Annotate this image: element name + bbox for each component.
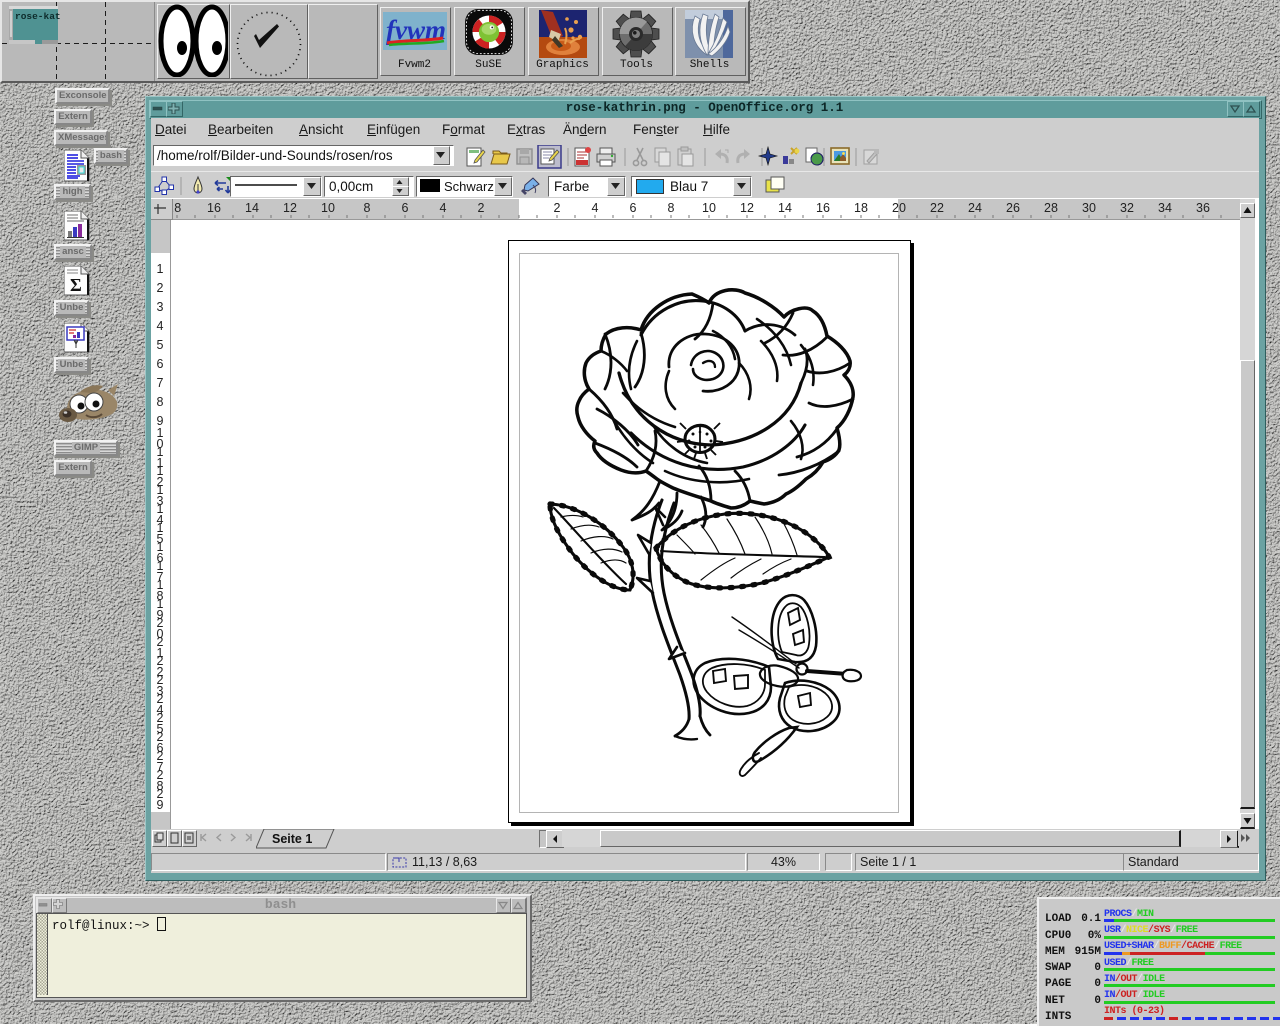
svg-text:Σ: Σ: [70, 275, 82, 295]
svg-text:rose-kat: rose-kat: [15, 11, 61, 22]
svg-text:Seite 1: Seite 1: [272, 832, 312, 846]
